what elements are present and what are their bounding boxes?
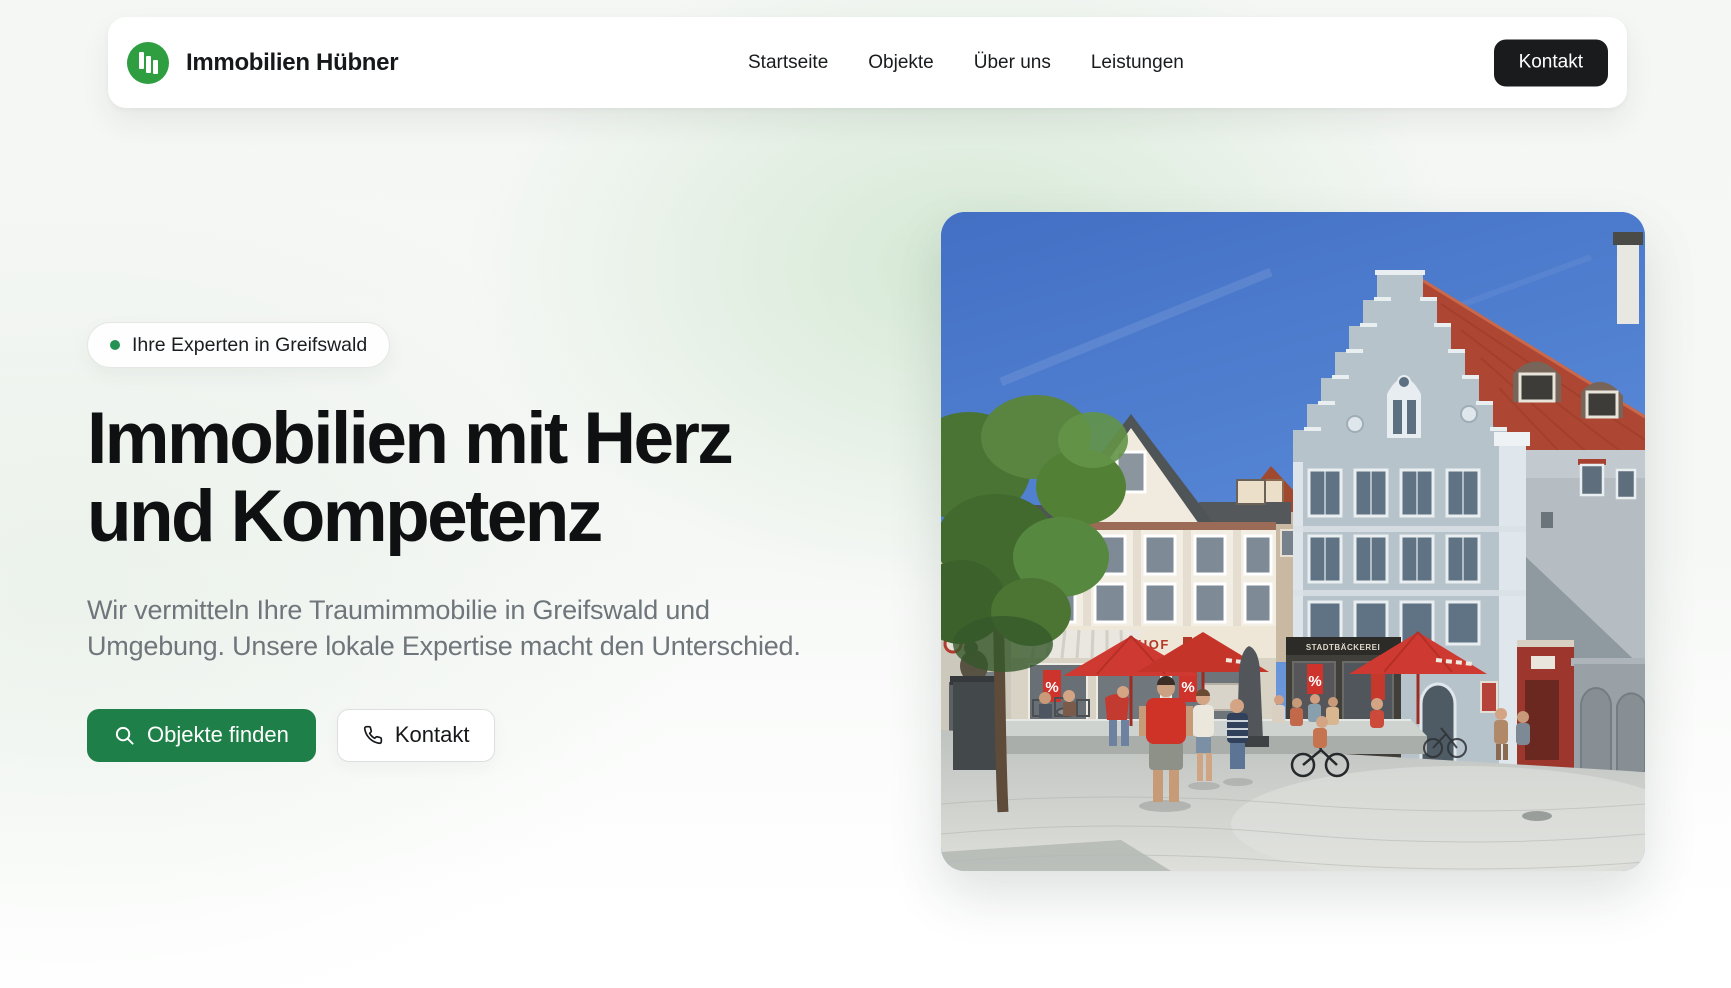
- expert-badge: Ihre Experten in Greifswald: [87, 322, 390, 368]
- green-dot-icon: [110, 340, 120, 350]
- nav-item-ueber-uns[interactable]: Über uns: [974, 52, 1051, 74]
- header-bar: Immobilien Hübner Startseite Objekte Übe…: [108, 17, 1627, 108]
- brand-name: Immobilien Hübner: [186, 49, 398, 77]
- hero-subtitle-line1: Wir vermitteln Ihre Traumimmobilie in Gr…: [87, 592, 827, 628]
- page-title-line1: Immobilien mit Herz: [87, 400, 827, 478]
- search-icon: [114, 725, 135, 746]
- hero-subtitle: Wir vermitteln Ihre Traumimmobilie in Gr…: [87, 592, 827, 664]
- page-title: Immobilien mit Herz und Kompetenz: [87, 400, 827, 556]
- find-objects-button[interactable]: Objekte finden: [87, 709, 316, 762]
- svg-text:%: %: [1181, 679, 1194, 696]
- hero-cta-row: Objekte finden Kontakt: [87, 709, 827, 762]
- landing-page: Immobilien Hübner Startseite Objekte Übe…: [0, 0, 1731, 988]
- brand-logo-icon: [127, 42, 169, 84]
- nav-item-startseite[interactable]: Startseite: [748, 52, 828, 74]
- hero-section: Ihre Experten in Greifswald Immobilien m…: [87, 322, 827, 762]
- hero-photo-illustration: STADTBÄCKEREI %: [941, 212, 1645, 871]
- nav-item-leistungen[interactable]: Leistungen: [1091, 52, 1184, 74]
- header-contact-button[interactable]: Kontakt: [1494, 39, 1608, 86]
- expert-badge-label: Ihre Experten in Greifswald: [132, 334, 367, 357]
- sale-poster-right: %: [1308, 673, 1321, 690]
- contact-button[interactable]: Kontakt: [337, 709, 496, 762]
- bakery-sign: STADTBÄCKEREI: [1306, 643, 1380, 652]
- main-nav: Startseite Objekte Über uns Leistungen: [748, 17, 1184, 108]
- hero-photo: STADTBÄCKEREI %: [941, 212, 1645, 871]
- nav-item-objekte[interactable]: Objekte: [868, 52, 933, 74]
- brand[interactable]: Immobilien Hübner: [127, 42, 398, 84]
- hero-subtitle-line2: Umgebung. Unsere lokale Expertise macht …: [87, 628, 827, 664]
- phone-icon: [363, 725, 383, 745]
- right-buildings: [1517, 450, 1645, 784]
- page-title-line2: und Kompetenz: [87, 478, 827, 556]
